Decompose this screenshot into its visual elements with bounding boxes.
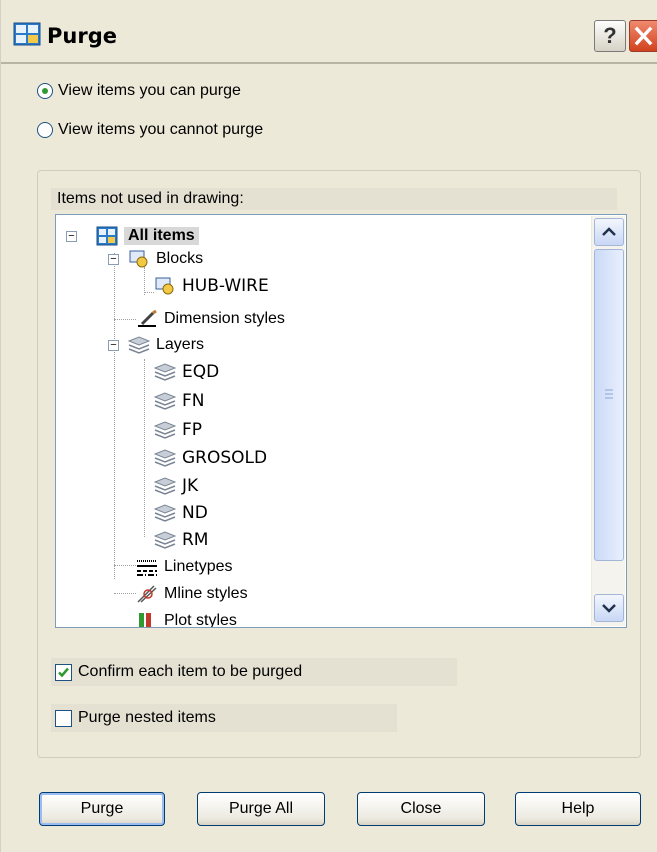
view-can-purge-option[interactable]: View items you can purge: [37, 79, 241, 103]
grip-icon: [605, 389, 613, 399]
tree-item-linetypes[interactable]: Linetypes: [136, 554, 233, 580]
tree-connector: [114, 565, 136, 566]
tree-item-blocks[interactable]: Blocks: [128, 246, 203, 272]
tree-item-layer-jk[interactable]: JK: [154, 473, 198, 499]
linetype-icon: [137, 560, 157, 576]
layers-icon: [154, 504, 176, 522]
tree-item-label: FP: [182, 420, 203, 440]
tree-connector: [114, 253, 115, 579]
can-purge-radio[interactable]: [37, 83, 53, 99]
plotstyle-icon: [139, 613, 151, 627]
layers-icon: [154, 477, 176, 495]
confirm-label: Confirm each item to be purged: [78, 663, 303, 680]
tree-item-label: RM: [182, 530, 209, 550]
tree-item-layer-fn[interactable]: FN: [154, 388, 205, 414]
tree-connector: [144, 359, 145, 537]
cannot-purge-label: View items you cannot purge: [58, 121, 264, 138]
purge-icon: [13, 22, 41, 46]
tree-item-layers[interactable]: Layers: [128, 332, 204, 358]
purge-tree-view[interactable]: − All items − Blocks HUB-WIRE Dimension …: [55, 214, 627, 628]
tree-item-layer-fp[interactable]: FP: [154, 417, 202, 443]
layers-icon: [154, 392, 176, 410]
checkmark-icon: [58, 667, 69, 677]
tree-item-label: Blocks: [156, 250, 204, 267]
tree-item-label: JK: [182, 476, 199, 496]
confirm-each-item-option[interactable]: Confirm each item to be purged: [51, 658, 457, 686]
collapse-blocks-toggle[interactable]: −: [108, 254, 119, 265]
title-bar[interactable]: Purge ?: [1, 0, 657, 64]
window-title: Purge: [47, 24, 117, 48]
tree-item-mline-styles[interactable]: Mline styles: [136, 581, 248, 607]
tree-item-layer-grosold[interactable]: GROSOLD: [154, 445, 267, 471]
tree-item-label: HUB-WIRE: [182, 276, 269, 296]
layers-icon: [154, 363, 176, 381]
chevron-down-icon: [602, 604, 616, 613]
purge-nested-option[interactable]: Purge nested items: [51, 704, 397, 732]
title-help-button[interactable]: ?: [594, 20, 626, 52]
tree-item-label: FN: [182, 391, 205, 411]
scroll-up-button[interactable]: [594, 218, 624, 246]
tree-header: Items not used in drawing:: [51, 188, 617, 210]
nested-checkbox[interactable]: [55, 709, 72, 727]
cannot-purge-radio[interactable]: [37, 122, 53, 138]
tree-item-label: Plot styles: [164, 612, 237, 628]
block-icon: [155, 277, 174, 295]
tree-item-label: Layers: [156, 336, 205, 353]
chevron-up-icon: [602, 227, 616, 236]
scroll-down-button[interactable]: [594, 594, 624, 622]
dimension-icon: [138, 309, 157, 327]
tree-connector: [144, 292, 154, 293]
collapse-layers-toggle[interactable]: −: [108, 340, 119, 351]
help-button[interactable]: Help: [515, 792, 641, 826]
tree-item-layer-eqd[interactable]: EQD: [154, 359, 219, 385]
purge-button[interactable]: Purge: [39, 792, 165, 826]
purge-icon: [96, 226, 118, 246]
purge-all-button[interactable]: Purge All: [197, 792, 325, 826]
tree-item-label: EQD: [182, 362, 220, 382]
title-close-button[interactable]: [629, 20, 657, 52]
purge-dialog: Purge ? View items you can purge View it…: [0, 0, 657, 852]
can-purge-label: View items you can purge: [58, 82, 241, 99]
tree-item-label: Mline styles: [164, 585, 248, 602]
close-button[interactable]: Close: [357, 792, 485, 826]
tree-item-hub-wire[interactable]: HUB-WIRE: [154, 273, 269, 299]
tree-item-plot-styles[interactable]: Plot styles: [136, 608, 237, 628]
close-icon: [634, 26, 653, 46]
block-icon: [129, 250, 148, 268]
tree-item-label: ND: [182, 503, 208, 523]
tree-item-label: GROSOLD: [182, 448, 268, 468]
tree-item-label: Linetypes: [164, 558, 233, 575]
confirm-checkbox[interactable]: [55, 663, 72, 681]
mline-icon: [137, 585, 157, 603]
tree-scrollbar[interactable]: [591, 216, 625, 626]
layers-icon: [128, 336, 150, 354]
tree-connector: [114, 319, 136, 320]
collapse-all-items-toggle[interactable]: −: [66, 231, 77, 242]
tree-item-layer-rm[interactable]: RM: [154, 527, 208, 553]
layers-icon: [154, 531, 176, 549]
view-cannot-purge-option[interactable]: View items you cannot purge: [37, 118, 263, 142]
tree-item-layer-nd[interactable]: ND: [154, 500, 208, 526]
tree-item-label: Dimension styles: [164, 310, 285, 327]
layers-icon: [154, 421, 176, 439]
tree-item-label: All items: [124, 227, 199, 245]
scroll-thumb[interactable]: [594, 249, 624, 561]
layers-icon: [154, 449, 176, 467]
tree-connector: [114, 593, 136, 594]
nested-label: Purge nested items: [78, 709, 216, 726]
tree-item-dimension-styles[interactable]: Dimension styles: [136, 306, 285, 332]
